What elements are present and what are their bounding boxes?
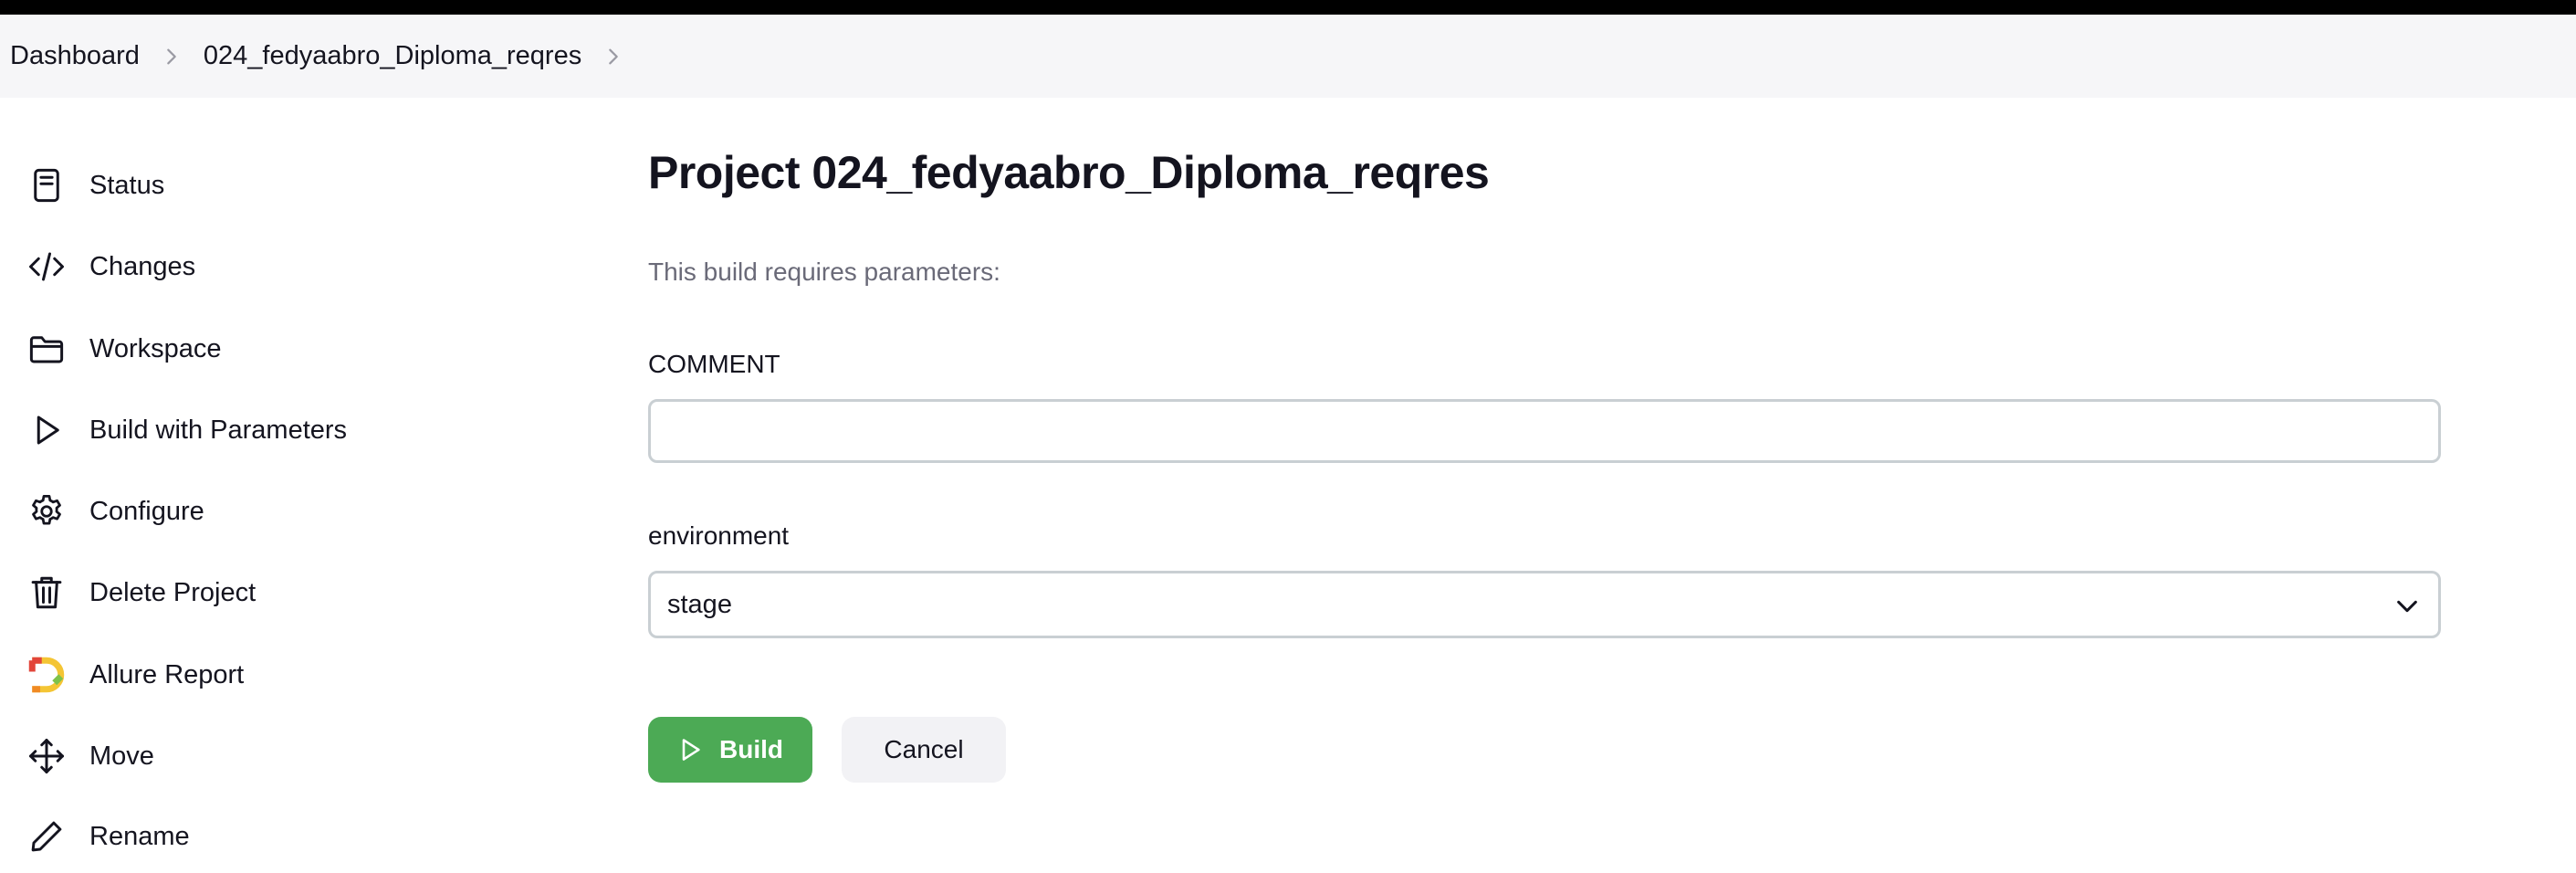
folder-icon xyxy=(26,328,68,370)
page-subtitle: This build requires parameters: xyxy=(648,258,1000,286)
comment-label: COMMENT xyxy=(648,350,780,378)
sidebar-item-allure-report[interactable]: Allure Report xyxy=(0,638,511,711)
status-document-icon xyxy=(26,164,68,206)
build-button-label: Build xyxy=(719,735,783,763)
chevron-right-icon[interactable] xyxy=(603,47,623,67)
cancel-button[interactable]: Cancel xyxy=(842,717,1006,783)
chevron-right-icon xyxy=(162,47,182,67)
sidebar-item-configure[interactable]: Configure xyxy=(0,475,511,548)
sidebar-item-label: Rename xyxy=(89,821,190,851)
sidebar-item-label: Move xyxy=(89,741,154,771)
breadcrumb-project[interactable]: 024_fedyaabro_Diploma_reqres xyxy=(204,41,581,71)
sidebar-item-rename[interactable]: Rename xyxy=(0,800,511,873)
sidebar-item-label: Workspace xyxy=(89,333,222,363)
play-icon xyxy=(682,739,700,761)
code-brackets-icon xyxy=(26,246,68,288)
play-icon xyxy=(26,409,68,451)
sidebar-item-label: Configure xyxy=(89,496,204,526)
sidebar-item-label: Allure Report xyxy=(89,659,245,689)
breadcrumb-dashboard[interactable]: Dashboard xyxy=(10,41,140,71)
sidebar-item-changes[interactable]: Changes xyxy=(0,230,511,303)
move-arrows-icon xyxy=(26,735,68,777)
top-bar xyxy=(0,0,2576,15)
sidebar-item-build-with-parameters[interactable]: Build with Parameters xyxy=(0,394,511,467)
sidebar-item-label: Delete Project xyxy=(89,577,257,607)
build-button[interactable]: Build xyxy=(648,717,812,783)
sidebar-item-move[interactable]: Move xyxy=(0,720,511,793)
trash-icon xyxy=(26,572,68,614)
chevron-down-icon xyxy=(2397,600,2417,613)
allure-logo-icon xyxy=(26,654,68,696)
environment-select-value: stage xyxy=(667,589,732,619)
sidebar-item-delete-project[interactable]: Delete Project xyxy=(0,556,511,629)
environment-select[interactable]: stage xyxy=(648,571,2441,638)
breadcrumb: Dashboard 024_fedyaabro_Diploma_reqres xyxy=(0,15,2576,98)
comment-input[interactable] xyxy=(648,399,2441,463)
cancel-button-label: Cancel xyxy=(884,735,964,763)
environment-label: environment xyxy=(648,521,790,550)
sidebar-item-status[interactable]: Status xyxy=(0,149,511,222)
sidebar-item-label: Changes xyxy=(89,251,196,281)
page-title: Project 024_fedyaabro_Diploma_reqres xyxy=(648,147,1490,198)
pencil-icon xyxy=(26,815,68,857)
sidebar-item-label: Build with Parameters xyxy=(89,415,348,445)
sidebar-item-label: Status xyxy=(89,170,165,200)
gear-icon xyxy=(26,490,68,532)
sidebar-item-workspace[interactable]: Workspace xyxy=(0,312,511,385)
